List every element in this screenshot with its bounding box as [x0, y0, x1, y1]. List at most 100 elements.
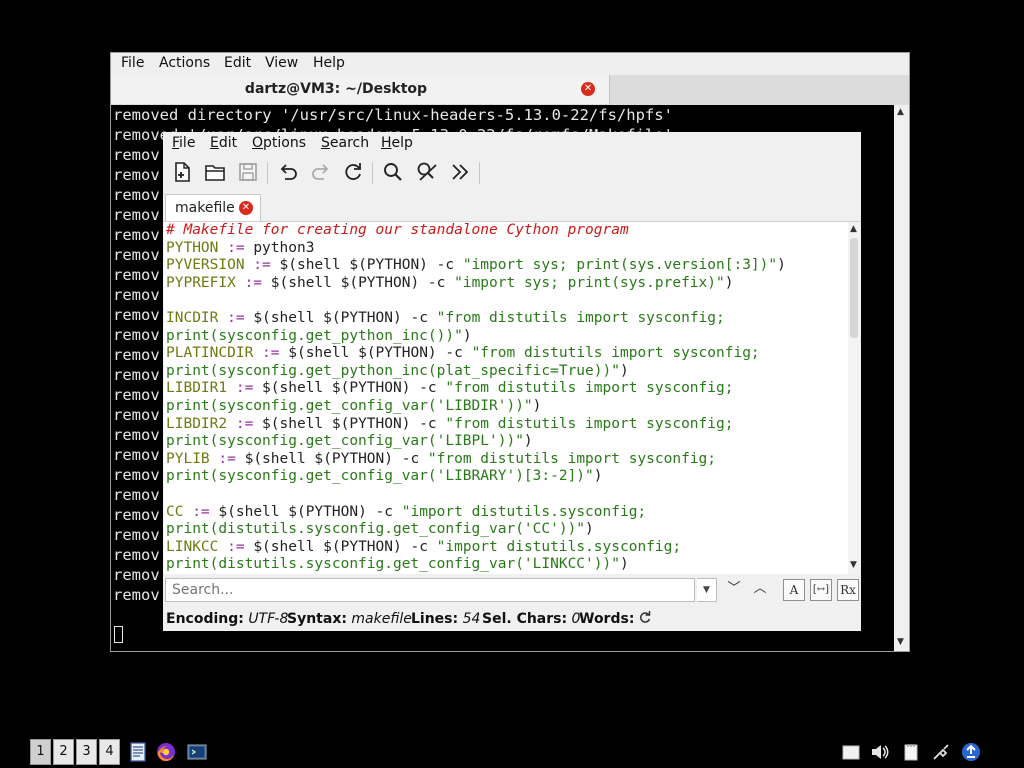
- regex-toggle[interactable]: Rx: [837, 579, 859, 601]
- menu-label: dit: [218, 135, 238, 151]
- menu-label: elp: [391, 135, 413, 151]
- status-lines: Lines: 54: [411, 611, 480, 627]
- status-label: Sel. Chars:: [482, 611, 568, 627]
- search-history-dropdown[interactable]: ▼: [697, 578, 717, 602]
- code-token: ): [532, 397, 542, 414]
- close-tab-icon[interactable]: ✕: [581, 82, 595, 96]
- code-token: PYVERSION: [166, 257, 245, 274]
- code-line: LIBDIR2 := $(shell $(PYTHON) -c "from di…: [164, 416, 848, 434]
- workspace-2-button[interactable]: 2: [53, 739, 74, 765]
- mnemonic: O: [252, 135, 264, 151]
- workspace-3-button[interactable]: 3: [76, 739, 97, 765]
- find-next-icon[interactable]: ﹀: [722, 578, 746, 602]
- notes-icon[interactable]: [900, 741, 922, 763]
- whole-word-toggle[interactable]: [↔]: [810, 579, 832, 601]
- status-value: makefile: [351, 611, 412, 627]
- find-previous-icon[interactable]: ︿: [748, 578, 772, 602]
- scrollbar-thumb[interactable]: [850, 238, 858, 338]
- status-label: Lines:: [411, 611, 459, 627]
- code-token: print(sysconfig.get_python_inc(plat_spec…: [166, 362, 620, 379]
- terminal-menu-file[interactable]: File: [121, 55, 144, 71]
- code-token: ): [619, 556, 629, 573]
- code-token: INCDIR: [166, 309, 219, 326]
- code-token: $(shell $(PYTHON) -c: [235, 450, 428, 467]
- code-line: print(distutils.sysconfig.get_config_var…: [164, 556, 848, 574]
- refresh-word-count-icon[interactable]: [638, 609, 652, 629]
- code-line: print(sysconfig.get_config_var('LIBPL'))…: [164, 433, 848, 451]
- terminal-menu-help[interactable]: Help: [313, 55, 345, 71]
- status-value: UTF-8: [248, 611, 289, 627]
- open-folder-icon[interactable]: [202, 159, 228, 185]
- code-token: PYLIB: [166, 450, 210, 467]
- code-token: PYPREFIX: [166, 274, 236, 291]
- code-line: LIBDIR1 := $(shell $(PYTHON) -c "from di…: [164, 380, 848, 398]
- go-to-line-icon[interactable]: [447, 159, 473, 185]
- code-token: print(sysconfig.get_config_var('LIBPL'))…: [166, 433, 524, 450]
- code-token: "from distutils import sysconfig;: [436, 309, 725, 326]
- code-token: "import distutils.sysconfig;: [436, 538, 682, 555]
- workspace-1-button[interactable]: 1: [30, 739, 51, 765]
- terminal-menubar: File Actions Edit View Help: [111, 53, 909, 75]
- save-icon[interactable]: [235, 159, 261, 185]
- editor-menu-edit[interactable]: Edit: [210, 135, 237, 151]
- find-replace-icon[interactable]: [414, 159, 440, 185]
- code-token: :=: [253, 345, 280, 362]
- scroll-down-icon[interactable]: ▼: [850, 560, 857, 570]
- undo-icon[interactable]: [275, 159, 301, 185]
- editor-scrollbar[interactable]: ▲ ▼: [848, 222, 860, 574]
- menu-label: ptions: [263, 135, 307, 151]
- file-manager-icon[interactable]: [127, 741, 149, 763]
- terminal-cursor: [114, 626, 123, 643]
- editor-tabbar: makefile ✕: [163, 192, 861, 222]
- search-input[interactable]: [165, 578, 695, 602]
- code-token: :=: [227, 380, 254, 397]
- code-token: :=: [227, 415, 254, 432]
- firefox-icon[interactable]: [155, 741, 177, 763]
- find-icon[interactable]: [380, 159, 406, 185]
- clipboard-icon[interactable]: [840, 741, 862, 763]
- code-token: print(sysconfig.get_config_var('LIBDIR')…: [166, 397, 533, 414]
- code-token: "from distutils import sysconfig;: [445, 380, 734, 397]
- code-line: INCDIR := $(shell $(PYTHON) -c "from dis…: [164, 310, 848, 328]
- terminal-icon[interactable]: [186, 741, 208, 763]
- status-syntax: Syntax: makefile: [287, 611, 412, 627]
- code-token: $(shell $(PYTHON) -c: [244, 538, 437, 555]
- code-editor[interactable]: # Makefile for creating our standalone C…: [164, 222, 848, 574]
- volume-icon[interactable]: [869, 741, 891, 763]
- match-case-toggle[interactable]: A: [783, 579, 805, 601]
- mnemonic: E: [210, 135, 219, 151]
- terminal-scrollbar[interactable]: ▲ ▼: [894, 105, 909, 651]
- editor-menu-file[interactable]: File: [172, 135, 195, 151]
- editor-menu-options[interactable]: Options: [252, 135, 306, 151]
- editor-menu-help[interactable]: Help: [381, 135, 413, 151]
- code-token: PLATINCDIR: [166, 345, 254, 362]
- tab-makefile[interactable]: makefile ✕: [165, 194, 261, 221]
- close-tab-icon[interactable]: ✕: [239, 201, 253, 215]
- terminal-menu-view[interactable]: View: [265, 55, 298, 71]
- terminal-menu-edit[interactable]: Edit: [224, 55, 251, 71]
- code-line: CC := $(shell $(PYTHON) -c "import distu…: [164, 504, 848, 522]
- editor-menu-search[interactable]: Search: [321, 135, 369, 151]
- new-document-icon[interactable]: [169, 159, 195, 185]
- search-bar: ▼ ﹀ ︿ A [↔] Rx: [163, 576, 861, 606]
- scroll-up-icon[interactable]: ▲: [897, 107, 904, 117]
- terminal-menu-actions[interactable]: Actions: [159, 55, 210, 71]
- redo-icon[interactable]: [308, 159, 334, 185]
- menu-label: ile: [179, 135, 196, 151]
- reload-icon[interactable]: [340, 159, 366, 185]
- update-icon[interactable]: [960, 741, 982, 763]
- terminal-tab-title: dartz@VM3: ~/Desktop: [244, 81, 428, 97]
- tab-label: makefile: [175, 200, 235, 216]
- code-token: "from distutils import sysconfig;: [471, 345, 760, 362]
- network-icon[interactable]: [930, 741, 952, 763]
- mnemonic: F: [172, 135, 180, 151]
- code-line: PLATINCDIR := $(shell $(PYTHON) -c "from…: [164, 345, 848, 363]
- workspace-4-button[interactable]: 4: [99, 739, 120, 765]
- code-token: :=: [218, 538, 245, 555]
- scroll-down-icon[interactable]: ▼: [897, 637, 904, 647]
- scroll-up-icon[interactable]: ▲: [850, 224, 857, 234]
- terminal-tab[interactable]: dartz@VM3: ~/Desktop ✕: [111, 75, 610, 104]
- editor-window: File Edit Options Search Help makefile ✕…: [163, 132, 861, 631]
- code-token: $(shell $(PYTHON) -c: [279, 345, 472, 362]
